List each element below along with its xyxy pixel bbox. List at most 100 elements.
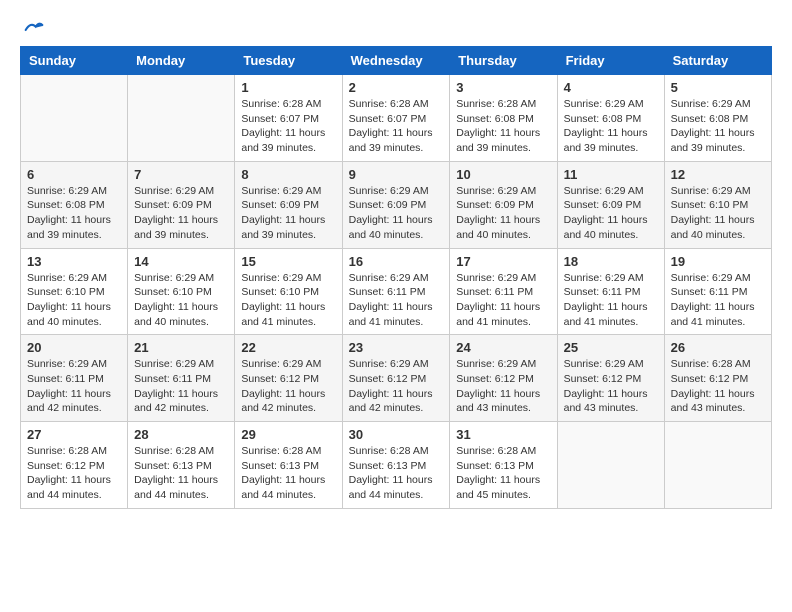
day-number: 28	[134, 427, 228, 442]
weekday-header-sunday: Sunday	[21, 47, 128, 75]
calendar-cell: 21 Sunrise: 6:29 AM Sunset: 6:11 PM Dayli…	[128, 335, 235, 422]
calendar-cell: 23 Sunrise: 6:29 AM Sunset: 6:12 PM Dayli…	[342, 335, 450, 422]
day-info: Sunrise: 6:29 AM Sunset: 6:10 PM Dayligh…	[241, 271, 335, 330]
calendar-cell: 17 Sunrise: 6:29 AM Sunset: 6:11 PM Dayli…	[450, 248, 557, 335]
day-number: 3	[456, 80, 550, 95]
day-number: 26	[671, 340, 765, 355]
day-number: 8	[241, 167, 335, 182]
day-number: 23	[349, 340, 444, 355]
calendar-cell: 12 Sunrise: 6:29 AM Sunset: 6:10 PM Dayli…	[664, 161, 771, 248]
calendar-cell: 18 Sunrise: 6:29 AM Sunset: 6:11 PM Dayli…	[557, 248, 664, 335]
day-number: 16	[349, 254, 444, 269]
day-info: Sunrise: 6:28 AM Sunset: 6:13 PM Dayligh…	[134, 444, 228, 503]
day-info: Sunrise: 6:28 AM Sunset: 6:07 PM Dayligh…	[241, 97, 335, 156]
day-number: 13	[27, 254, 121, 269]
calendar-cell: 8 Sunrise: 6:29 AM Sunset: 6:09 PM Daylig…	[235, 161, 342, 248]
calendar-cell	[128, 75, 235, 162]
calendar-cell	[21, 75, 128, 162]
day-info: Sunrise: 6:28 AM Sunset: 6:08 PM Dayligh…	[456, 97, 550, 156]
day-info: Sunrise: 6:29 AM Sunset: 6:09 PM Dayligh…	[134, 184, 228, 243]
day-number: 31	[456, 427, 550, 442]
weekday-header-tuesday: Tuesday	[235, 47, 342, 75]
day-info: Sunrise: 6:29 AM Sunset: 6:09 PM Dayligh…	[456, 184, 550, 243]
day-info: Sunrise: 6:29 AM Sunset: 6:09 PM Dayligh…	[241, 184, 335, 243]
calendar-cell: 6Sunrise: 6:29 AM Sunset: 6:08 PM Daylig…	[21, 161, 128, 248]
day-info: Sunrise: 6:29 AM Sunset: 6:11 PM Dayligh…	[134, 357, 228, 416]
calendar-cell: 27 Sunrise: 6:28 AM Sunset: 6:12 PM Dayli…	[21, 422, 128, 509]
calendar-cell: 15 Sunrise: 6:29 AM Sunset: 6:10 PM Dayli…	[235, 248, 342, 335]
day-number: 19	[671, 254, 765, 269]
day-number: 17	[456, 254, 550, 269]
page-header	[20, 20, 772, 36]
weekday-header-friday: Friday	[557, 47, 664, 75]
day-info: Sunrise: 6:29 AM Sunset: 6:08 PM Dayligh…	[564, 97, 658, 156]
day-number: 1	[241, 80, 335, 95]
day-info: Sunrise: 6:29 AM Sunset: 6:12 PM Dayligh…	[349, 357, 444, 416]
day-number: 5	[671, 80, 765, 95]
day-info: Sunrise: 6:28 AM Sunset: 6:13 PM Dayligh…	[241, 444, 335, 503]
day-number: 2	[349, 80, 444, 95]
calendar-cell: 28 Sunrise: 6:28 AM Sunset: 6:13 PM Dayli…	[128, 422, 235, 509]
day-info: Sunrise: 6:29 AM Sunset: 6:11 PM Dayligh…	[456, 271, 550, 330]
calendar-cell: 19 Sunrise: 6:29 AM Sunset: 6:11 PM Dayli…	[664, 248, 771, 335]
day-info: Sunrise: 6:28 AM Sunset: 6:12 PM Dayligh…	[671, 357, 765, 416]
day-info: Sunrise: 6:28 AM Sunset: 6:12 PM Dayligh…	[27, 444, 121, 503]
day-number: 12	[671, 167, 765, 182]
calendar-cell: 3 Sunrise: 6:28 AM Sunset: 6:08 PM Daylig…	[450, 75, 557, 162]
calendar-cell: 7 Sunrise: 6:29 AM Sunset: 6:09 PM Daylig…	[128, 161, 235, 248]
calendar-table: SundayMondayTuesdayWednesdayThursdayFrid…	[20, 46, 772, 509]
calendar-cell: 16 Sunrise: 6:29 AM Sunset: 6:11 PM Dayli…	[342, 248, 450, 335]
day-info: Sunrise: 6:29 AM Sunset: 6:12 PM Dayligh…	[564, 357, 658, 416]
day-info: Sunrise: 6:28 AM Sunset: 6:07 PM Dayligh…	[349, 97, 444, 156]
day-number: 18	[564, 254, 658, 269]
day-info: Sunrise: 6:28 AM Sunset: 6:13 PM Dayligh…	[349, 444, 444, 503]
day-number: 14	[134, 254, 228, 269]
calendar-cell: 25 Sunrise: 6:29 AM Sunset: 6:12 PM Dayli…	[557, 335, 664, 422]
day-number: 15	[241, 254, 335, 269]
weekday-header-monday: Monday	[128, 47, 235, 75]
day-info: Sunrise: 6:29 AM Sunset: 6:10 PM Dayligh…	[27, 271, 121, 330]
calendar-cell: 24Sunrise: 6:29 AM Sunset: 6:12 PM Dayli…	[450, 335, 557, 422]
calendar-cell: 1 Sunrise: 6:28 AM Sunset: 6:07 PM Daylig…	[235, 75, 342, 162]
day-number: 9	[349, 167, 444, 182]
logo	[20, 20, 44, 36]
day-info: Sunrise: 6:29 AM Sunset: 6:12 PM Dayligh…	[456, 357, 550, 416]
calendar-cell: 31 Sunrise: 6:28 AM Sunset: 6:13 PM Dayli…	[450, 422, 557, 509]
calendar-cell: 5 Sunrise: 6:29 AM Sunset: 6:08 PM Daylig…	[664, 75, 771, 162]
day-number: 20	[27, 340, 121, 355]
day-info: Sunrise: 6:29 AM Sunset: 6:11 PM Dayligh…	[671, 271, 765, 330]
day-number: 11	[564, 167, 658, 182]
calendar-cell: 26 Sunrise: 6:28 AM Sunset: 6:12 PM Dayli…	[664, 335, 771, 422]
day-number: 29	[241, 427, 335, 442]
day-info: Sunrise: 6:29 AM Sunset: 6:09 PM Dayligh…	[349, 184, 444, 243]
calendar-cell: 2 Sunrise: 6:28 AM Sunset: 6:07 PM Daylig…	[342, 75, 450, 162]
calendar-cell	[664, 422, 771, 509]
day-info: Sunrise: 6:28 AM Sunset: 6:13 PM Dayligh…	[456, 444, 550, 503]
day-info: Sunrise: 6:29 AM Sunset: 6:08 PM Dayligh…	[671, 97, 765, 156]
day-info: Sunrise: 6:29 AM Sunset: 6:11 PM Dayligh…	[564, 271, 658, 330]
calendar-cell: 10 Sunrise: 6:29 AM Sunset: 6:09 PM Dayli…	[450, 161, 557, 248]
calendar-cell: 9 Sunrise: 6:29 AM Sunset: 6:09 PM Daylig…	[342, 161, 450, 248]
day-number: 25	[564, 340, 658, 355]
day-number: 30	[349, 427, 444, 442]
day-number: 10	[456, 167, 550, 182]
calendar-cell: 30 Sunrise: 6:28 AM Sunset: 6:13 PM Dayli…	[342, 422, 450, 509]
day-info: Sunrise: 6:29 AM Sunset: 6:10 PM Dayligh…	[671, 184, 765, 243]
day-info: Sunrise: 6:29 AM Sunset: 6:10 PM Dayligh…	[134, 271, 228, 330]
calendar-cell: 20 Sunrise: 6:29 AM Sunset: 6:11 PM Dayli…	[21, 335, 128, 422]
calendar-cell: 22Sunrise: 6:29 AM Sunset: 6:12 PM Dayli…	[235, 335, 342, 422]
day-info: Sunrise: 6:29 AM Sunset: 6:11 PM Dayligh…	[349, 271, 444, 330]
calendar-cell: 13 Sunrise: 6:29 AM Sunset: 6:10 PM Dayli…	[21, 248, 128, 335]
logo-icon	[24, 20, 44, 40]
weekday-header-wednesday: Wednesday	[342, 47, 450, 75]
weekday-header-saturday: Saturday	[664, 47, 771, 75]
day-info: Sunrise: 6:29 AM Sunset: 6:11 PM Dayligh…	[27, 357, 121, 416]
calendar-cell: 11 Sunrise: 6:29 AM Sunset: 6:09 PM Dayli…	[557, 161, 664, 248]
day-info: Sunrise: 6:29 AM Sunset: 6:12 PM Dayligh…	[241, 357, 335, 416]
day-number: 7	[134, 167, 228, 182]
day-number: 27	[27, 427, 121, 442]
day-info: Sunrise: 6:29 AM Sunset: 6:08 PM Dayligh…	[27, 184, 121, 243]
day-number: 21	[134, 340, 228, 355]
day-info: Sunrise: 6:29 AM Sunset: 6:09 PM Dayligh…	[564, 184, 658, 243]
calendar-cell	[557, 422, 664, 509]
